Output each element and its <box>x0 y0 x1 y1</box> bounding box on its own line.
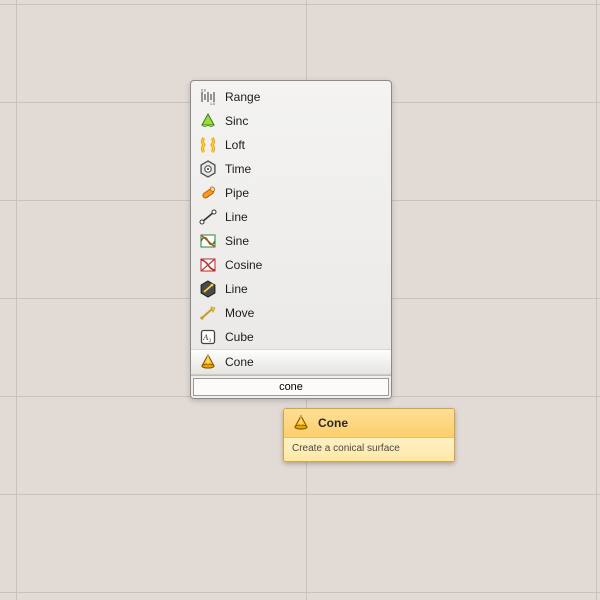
list-item-sinc[interactable]: Sinc <box>191 109 391 133</box>
list-item-range[interactable]: 0.0 1.0 Range <box>191 85 391 109</box>
list-item-label: Pipe <box>225 186 249 200</box>
svg-text:A: A <box>202 333 208 342</box>
list-item-sine[interactable]: Sine <box>191 229 391 253</box>
pipe-icon <box>199 184 217 202</box>
list-item-line[interactable]: Line <box>191 205 391 229</box>
cone-icon <box>199 353 217 371</box>
loft-icon <box>199 136 217 154</box>
component-search-panel: 0.0 1.0 Range Sinc <box>190 80 392 399</box>
line-alt-icon <box>199 280 217 298</box>
list-item-cone[interactable]: Cone <box>191 349 391 375</box>
cone-icon <box>292 414 310 432</box>
list-item-label: Cone <box>225 355 254 369</box>
list-item-label: Cube <box>225 330 254 344</box>
list-item-pipe[interactable]: Pipe <box>191 181 391 205</box>
list-item-label: Move <box>225 306 254 320</box>
list-item-time[interactable]: Time <box>191 157 391 181</box>
cosine-icon <box>199 256 217 274</box>
sine-icon <box>199 232 217 250</box>
list-item-loft[interactable]: Loft <box>191 133 391 157</box>
component-tooltip: Cone Create a conical surface <box>283 408 455 462</box>
list-item-cube[interactable]: A 3 Cube <box>191 325 391 349</box>
list-item-label: Sine <box>225 234 249 248</box>
list-item-line-alt[interactable]: Line <box>191 277 391 301</box>
list-item-label: Cosine <box>225 258 262 272</box>
list-item-move[interactable]: Move <box>191 301 391 325</box>
list-item-label: Loft <box>225 138 245 152</box>
list-item-label: Line <box>225 210 248 224</box>
list-item-cosine[interactable]: Cosine <box>191 253 391 277</box>
move-icon <box>199 304 217 322</box>
search-bar <box>191 375 391 398</box>
svg-text:0.0: 0.0 <box>201 89 206 93</box>
line-icon <box>199 208 217 226</box>
sinc-icon <box>199 112 217 130</box>
tooltip-title: Cone <box>318 416 348 430</box>
svg-text:1.0: 1.0 <box>210 102 215 106</box>
list-item-label: Sinc <box>225 114 248 128</box>
component-list: 0.0 1.0 Range Sinc <box>191 81 391 375</box>
range-icon: 0.0 1.0 <box>199 88 217 106</box>
search-input[interactable] <box>193 378 389 396</box>
list-item-label: Time <box>225 162 251 176</box>
time-icon <box>199 160 217 178</box>
tooltip-description: Create a conical surface <box>284 438 454 461</box>
cube-text-icon: A 3 <box>199 328 217 346</box>
list-item-label: Line <box>225 282 248 296</box>
list-item-label: Range <box>225 90 260 104</box>
tooltip-header: Cone <box>284 409 454 438</box>
